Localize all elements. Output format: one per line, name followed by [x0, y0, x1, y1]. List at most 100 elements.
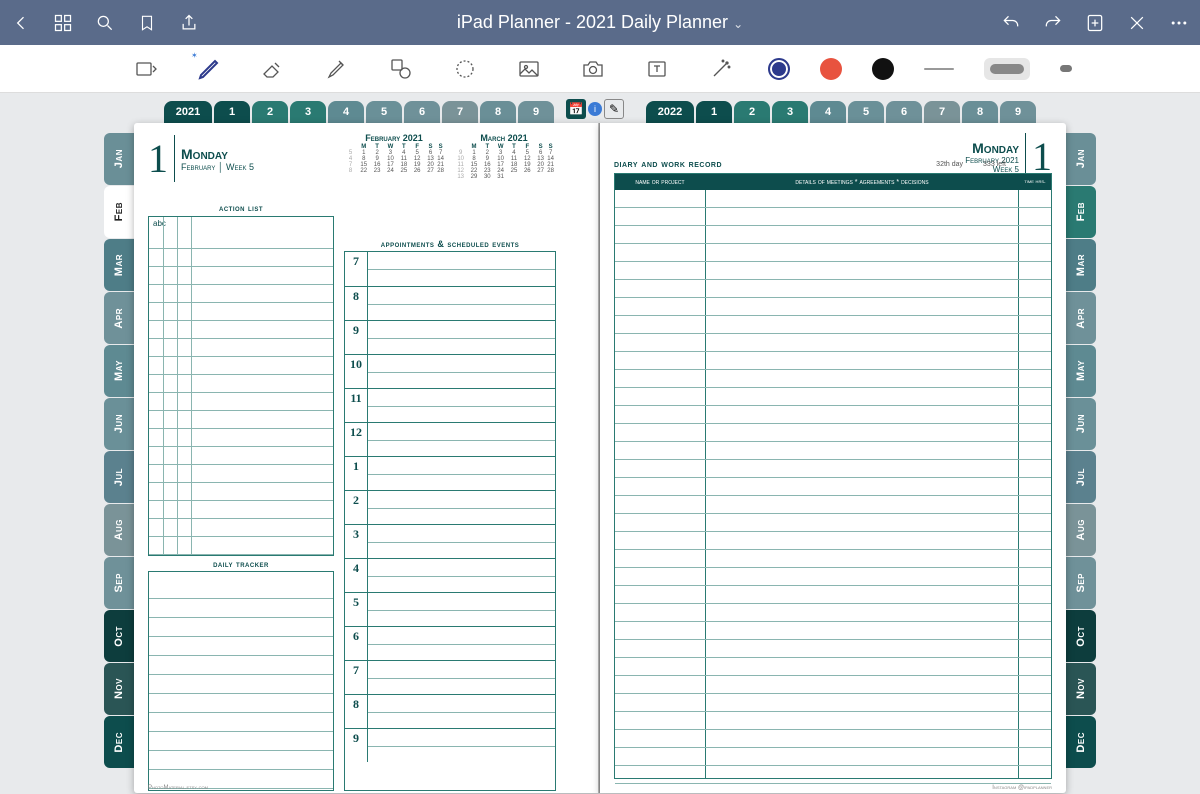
- pen-tool-icon[interactable]: ✶: [192, 52, 226, 86]
- close-icon[interactable]: [1126, 12, 1148, 34]
- section-tab-2[interactable]: 2: [734, 101, 770, 123]
- month-tab-sep[interactable]: Sep: [104, 557, 134, 609]
- color-swatch-3[interactable]: [872, 58, 894, 80]
- zoom-tool-icon[interactable]: [128, 52, 162, 86]
- left-date-header: 1 Monday February │ Week 5: [148, 135, 254, 182]
- left-month-week: February │ Week 5: [181, 162, 254, 172]
- section-tab-5[interactable]: 5: [366, 101, 402, 123]
- section-tab-9[interactable]: 9: [518, 101, 554, 123]
- text-tool-icon[interactable]: [640, 52, 674, 86]
- center-nav-icons: 📅 i ✎: [566, 99, 624, 119]
- stroke-thin[interactable]: [924, 68, 954, 70]
- highlighter-tool-icon[interactable]: [320, 52, 354, 86]
- redo-icon[interactable]: [1042, 12, 1064, 34]
- month-tab-aug[interactable]: Aug: [1066, 504, 1096, 556]
- left-page[interactable]: 1 Monday February │ Week 5 February 2021…: [134, 123, 600, 793]
- section-tab-8[interactable]: 8: [480, 101, 516, 123]
- camera-tool-icon[interactable]: [576, 52, 610, 86]
- share-icon[interactable]: [178, 12, 200, 34]
- grid-icon[interactable]: [52, 12, 74, 34]
- left-footer: PhotoMaterial.etsy.com: [148, 785, 208, 791]
- year-tab[interactable]: 2022: [646, 101, 694, 123]
- color-swatch-2[interactable]: [820, 58, 842, 80]
- right-day-name: Monday: [965, 140, 1019, 156]
- eraser-tool-icon[interactable]: [256, 52, 290, 86]
- section-tab-4[interactable]: 4: [810, 101, 846, 123]
- year-tab[interactable]: 2021: [164, 101, 212, 123]
- right-top-tabs: 2022123456789: [646, 101, 1036, 123]
- month-tab-mar[interactable]: Mar: [104, 239, 134, 291]
- month-tab-nov[interactable]: Nov: [104, 663, 134, 715]
- info-nav-icon[interactable]: i: [588, 102, 602, 116]
- month-tab-feb[interactable]: Feb: [1066, 186, 1096, 238]
- left-top-tabs: 2021123456789: [164, 101, 554, 123]
- stroke-medium[interactable]: [984, 58, 1030, 80]
- right-day-stats: 32th day333 left: [936, 161, 1006, 168]
- month-tab-may[interactable]: May: [1066, 345, 1096, 397]
- search-icon[interactable]: [94, 12, 116, 34]
- section-tab-3[interactable]: 3: [290, 101, 326, 123]
- document-title[interactable]: iPad Planner - 2021 Daily Planner ⌄: [305, 12, 895, 33]
- toolbar: ✶: [0, 45, 1200, 93]
- section-tab-5[interactable]: 5: [848, 101, 884, 123]
- month-tab-oct[interactable]: Oct: [104, 610, 134, 662]
- lasso-tool-icon[interactable]: [448, 52, 482, 86]
- diary-body[interactable]: [615, 190, 1051, 778]
- section-tab-7[interactable]: 7: [442, 101, 478, 123]
- tracker-title: daily tracker: [148, 559, 334, 569]
- month-tab-dec[interactable]: Dec: [1066, 716, 1096, 768]
- month-tab-may[interactable]: May: [104, 345, 134, 397]
- daily-tracker-box[interactable]: [148, 571, 334, 791]
- action-list-title: action list: [148, 203, 334, 213]
- section-tab-4[interactable]: 4: [328, 101, 364, 123]
- month-tab-jul[interactable]: Jul: [1066, 451, 1096, 503]
- section-tab-1[interactable]: 1: [696, 101, 732, 123]
- month-tab-jun[interactable]: Jun: [104, 398, 134, 450]
- section-tab-7[interactable]: 7: [924, 101, 960, 123]
- canvas-stage: JanFebMarAprMayJunJulAugSepOctNovDec Jan…: [0, 93, 1200, 794]
- month-tab-apr[interactable]: Apr: [1066, 292, 1096, 344]
- section-tab-8[interactable]: 8: [962, 101, 998, 123]
- section-tab-9[interactable]: 9: [1000, 101, 1036, 123]
- appointments-title: appointments & scheduled events: [344, 239, 556, 249]
- appointments-box[interactable]: 789101112123456789: [344, 251, 556, 791]
- diary-box[interactable]: name or project details of meetings * ag…: [614, 173, 1052, 779]
- month-tab-aug[interactable]: Aug: [104, 504, 134, 556]
- month-tab-jul[interactable]: Jul: [104, 451, 134, 503]
- section-tab-1[interactable]: 1: [214, 101, 250, 123]
- month-tab-dec[interactable]: Dec: [104, 716, 134, 768]
- month-tab-jun[interactable]: Jun: [1066, 398, 1096, 450]
- section-tab-3[interactable]: 3: [772, 101, 808, 123]
- month-tab-oct[interactable]: Oct: [1066, 610, 1096, 662]
- stroke-thick[interactable]: [1060, 65, 1072, 72]
- add-page-icon[interactable]: [1084, 12, 1106, 34]
- month-tab-jan[interactable]: Jan: [1066, 133, 1096, 185]
- month-tab-sep[interactable]: Sep: [1066, 557, 1096, 609]
- right-month-tabs: JanFebMarAprMayJunJulAugSepOctNovDec: [1066, 133, 1096, 769]
- mini-calendar-feb[interactable]: February 2021MTWTFSS51234567489101112131…: [344, 133, 444, 174]
- section-tab-2[interactable]: 2: [252, 101, 288, 123]
- back-icon[interactable]: [10, 12, 32, 34]
- bookmark-icon[interactable]: [136, 12, 158, 34]
- mini-calendar-mar[interactable]: March 2021MTWTFSS91234567108910111213141…: [454, 133, 554, 180]
- magic-tool-icon[interactable]: [704, 52, 738, 86]
- section-tab-6[interactable]: 6: [886, 101, 922, 123]
- more-icon[interactable]: [1168, 12, 1190, 34]
- month-tab-jan[interactable]: Jan: [104, 133, 134, 185]
- month-tab-feb[interactable]: Feb: [104, 186, 134, 238]
- month-tab-mar[interactable]: Mar: [1066, 239, 1096, 291]
- shape-tool-icon[interactable]: [384, 52, 418, 86]
- undo-icon[interactable]: [1000, 12, 1022, 34]
- planner-book: JanFebMarAprMayJunJulAugSepOctNovDec Jan…: [104, 93, 1096, 794]
- right-page[interactable]: Monday February 2021 Week 5 1 32th day33…: [600, 123, 1066, 793]
- action-list-box[interactable]: abc: [148, 216, 334, 556]
- edit-nav-icon[interactable]: ✎: [604, 99, 624, 119]
- calendar-nav-icon[interactable]: 📅: [566, 99, 586, 119]
- diary-title: diary and work record: [614, 159, 722, 170]
- month-tab-apr[interactable]: Apr: [104, 292, 134, 344]
- image-tool-icon[interactable]: [512, 52, 546, 86]
- left-day-name: Monday: [181, 146, 254, 162]
- color-swatch-1[interactable]: [768, 58, 790, 80]
- section-tab-6[interactable]: 6: [404, 101, 440, 123]
- month-tab-nov[interactable]: Nov: [1066, 663, 1096, 715]
